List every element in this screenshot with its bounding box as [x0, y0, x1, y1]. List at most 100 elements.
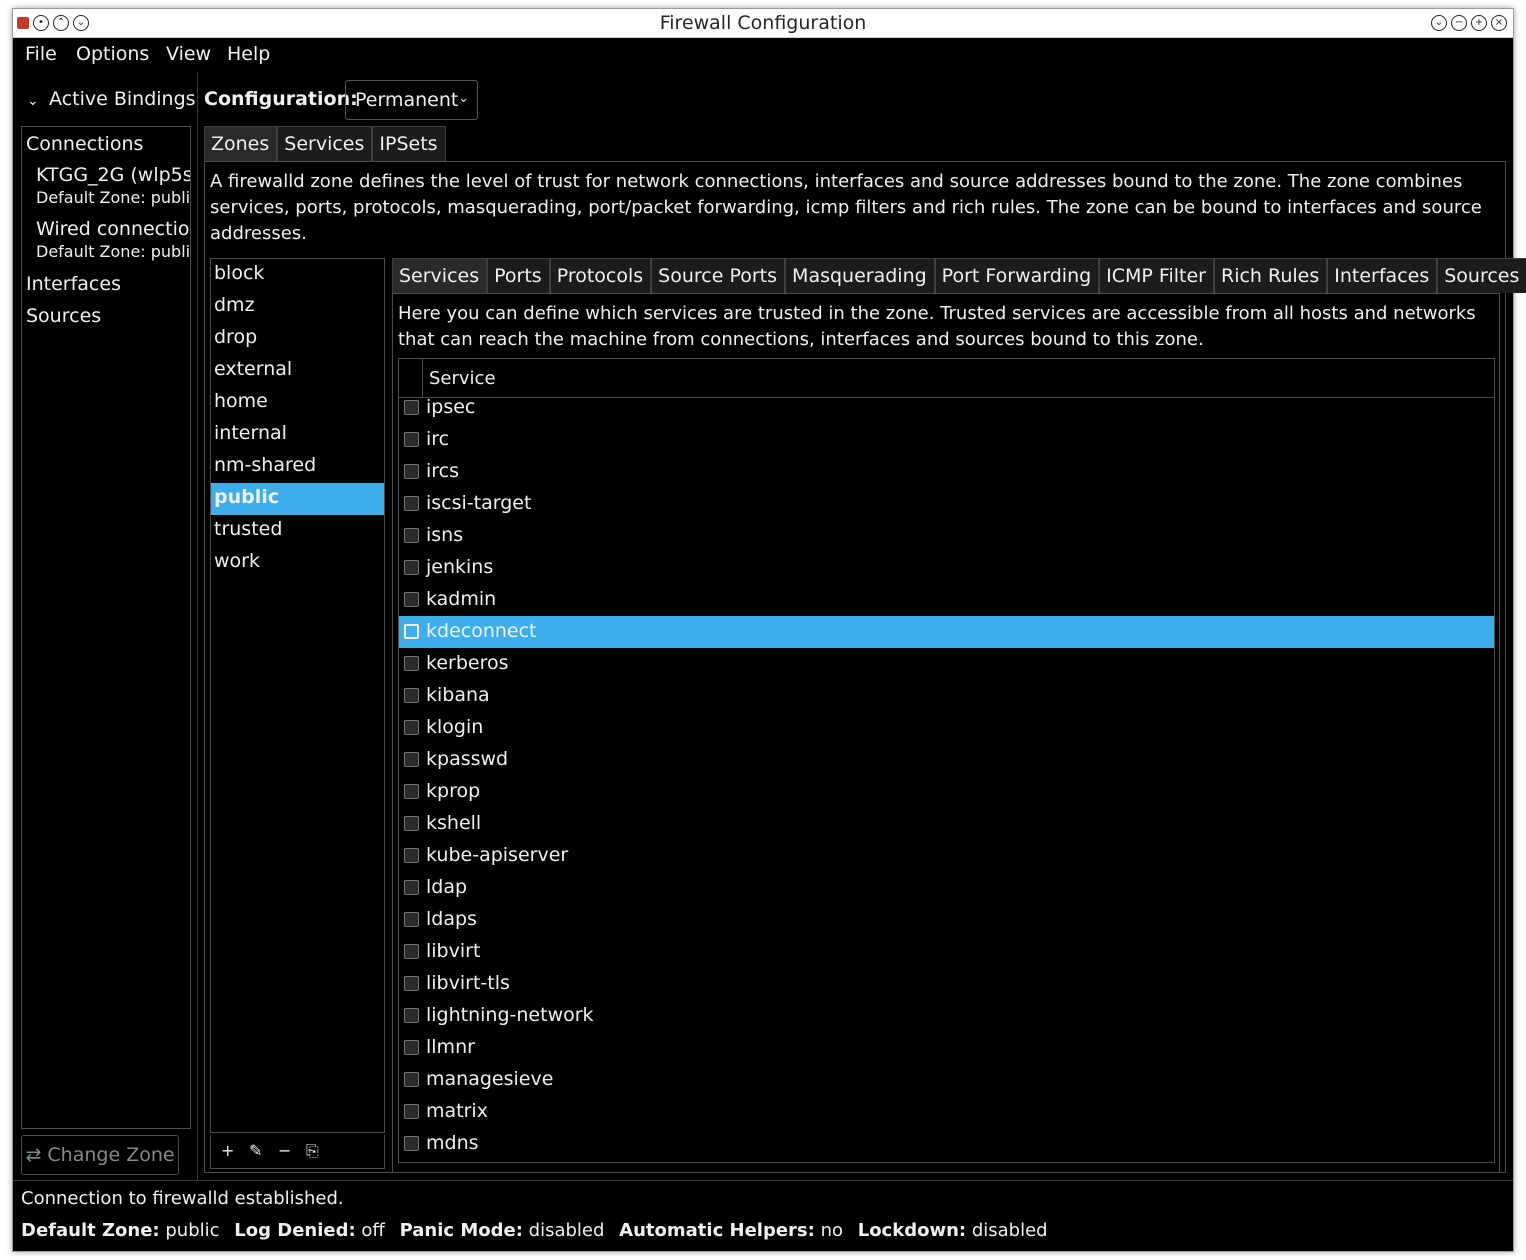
zone-item-nm-shared[interactable]: nm-shared — [211, 451, 384, 483]
zone-item-trusted[interactable]: trusted — [211, 515, 384, 547]
tab-zone-icmp-filter[interactable]: ICMP Filter — [1099, 258, 1214, 293]
tab-zones[interactable]: Zones — [204, 126, 278, 161]
table-row[interactable]: libvirt — [399, 936, 1494, 968]
tab-ipsets[interactable]: IPSets — [372, 126, 446, 161]
table-row[interactable]: kshell — [399, 808, 1494, 840]
service-checkbox[interactable] — [404, 592, 419, 607]
table-row[interactable]: klogin — [399, 712, 1494, 744]
tab-zone-masquerading[interactable]: Masquerading — [785, 258, 935, 293]
table-row[interactable]: kibana — [399, 680, 1494, 712]
service-checkbox[interactable] — [404, 1072, 419, 1087]
service-checkbox[interactable] — [404, 720, 419, 735]
change-zone-button[interactable]: ⇄ Change Zone — [21, 1135, 179, 1175]
configuration-select[interactable]: Permanent ⌄ — [345, 80, 478, 120]
service-checkbox[interactable] — [404, 816, 419, 831]
table-row[interactable]: managesieve — [399, 1064, 1494, 1096]
service-checkbox[interactable] — [404, 400, 419, 415]
bindings-tree[interactable]: Connections KTGG_2G (wlp5s0 Default Zone… — [21, 126, 191, 1129]
service-checkbox[interactable] — [404, 1040, 419, 1055]
service-checkbox[interactable] — [404, 496, 419, 511]
zone-item-dmz[interactable]: dmz — [211, 291, 384, 323]
services-description: Here you can define which services are t… — [398, 303, 1476, 350]
tab-zone-port-forwarding[interactable]: Port Forwarding — [934, 258, 1100, 293]
table-row[interactable]: llmnr — [399, 1032, 1494, 1064]
service-checkbox[interactable] — [404, 656, 419, 671]
log-denied-label: Log Denied: — [234, 1220, 356, 1241]
zone-item-external[interactable]: external — [211, 355, 384, 387]
table-row[interactable]: ircs — [399, 456, 1494, 488]
tab-zone-ports[interactable]: Ports — [487, 258, 550, 293]
tab-services[interactable]: Services — [277, 126, 373, 161]
table-row[interactable]: kadmin — [399, 584, 1494, 616]
service-checkbox[interactable] — [404, 528, 419, 543]
table-row[interactable]: kube-apiserver — [399, 840, 1494, 872]
close-icon[interactable]: × — [1491, 15, 1507, 31]
table-row[interactable]: mdns — [399, 1128, 1494, 1160]
menu-file[interactable]: File — [25, 43, 57, 65]
table-row[interactable]: iscsi-target — [399, 488, 1494, 520]
service-column-header[interactable]: Service — [429, 368, 496, 389]
remove-zone-icon[interactable]: − — [278, 1141, 291, 1160]
table-row[interactable]: kerberos — [399, 648, 1494, 680]
service-checkbox[interactable] — [404, 560, 419, 575]
service-checkbox[interactable] — [404, 976, 419, 991]
zone-item-drop[interactable]: drop — [211, 323, 384, 355]
load-defaults-icon[interactable]: ⎘ — [306, 1141, 319, 1161]
zone-item-block[interactable]: block — [211, 259, 384, 291]
zone-item-home[interactable]: home — [211, 387, 384, 419]
active-bindings-header[interactable]: ⌄ Active Bindings — [27, 88, 196, 110]
column-divider[interactable] — [422, 359, 423, 398]
interfaces-label[interactable]: Interfaces — [26, 273, 121, 295]
menu-help[interactable]: Help — [227, 43, 270, 65]
table-row[interactable]: jenkins — [399, 552, 1494, 584]
table-row[interactable]: irc — [399, 424, 1494, 456]
table-row[interactable]: kpasswd — [399, 744, 1494, 776]
connection-item[interactable]: Wired connection Default Zone: public — [36, 218, 190, 261]
tab-zone-services[interactable]: Services — [392, 258, 488, 293]
service-checkbox[interactable] — [404, 912, 419, 927]
service-checkbox[interactable] — [404, 1104, 419, 1119]
menu-view[interactable]: View — [166, 43, 211, 65]
connection-item[interactable]: KTGG_2G (wlp5s0 Default Zone: public — [36, 164, 190, 207]
table-row[interactable]: lightning-network — [399, 1000, 1494, 1032]
tab-zone-rich-rules[interactable]: Rich Rules — [1214, 258, 1328, 293]
zone-item-public[interactable]: public — [211, 483, 384, 515]
shade-icon[interactable]: ⌄ — [1431, 15, 1447, 31]
service-checkbox[interactable] — [404, 880, 419, 895]
sources-label[interactable]: Sources — [26, 305, 101, 327]
service-checkbox[interactable] — [404, 784, 419, 799]
table-row[interactable]: isns — [399, 520, 1494, 552]
menu-options[interactable]: Options — [76, 43, 149, 65]
edit-zone-icon[interactable]: ✎ — [249, 1141, 262, 1160]
table-row[interactable]: ldap — [399, 872, 1494, 904]
connections-label[interactable]: Connections — [26, 133, 143, 155]
service-checkbox[interactable] — [404, 688, 419, 703]
table-row[interactable]: kprop — [399, 776, 1494, 808]
table-row-selected[interactable]: kdeconnect — [399, 616, 1494, 648]
service-checkbox[interactable] — [404, 752, 419, 767]
table-row[interactable]: ipsec — [399, 399, 1494, 424]
zone-item-internal[interactable]: internal — [211, 419, 384, 451]
tab-zone-sources[interactable]: Sources — [1437, 258, 1526, 293]
service-checkbox[interactable] — [404, 1136, 419, 1151]
zone-item-work[interactable]: work — [211, 547, 384, 579]
tab-zone-source-ports[interactable]: Source Ports — [651, 258, 786, 293]
service-checkbox[interactable] — [404, 432, 419, 447]
add-zone-icon[interactable]: + — [221, 1141, 234, 1160]
zone-list[interactable]: block dmz drop external home internal nm… — [210, 258, 385, 1133]
minimize-icon[interactable]: − — [1451, 15, 1467, 31]
services-table[interactable]: Service ipsec irc ircs iscsi-target isns… — [398, 358, 1495, 1163]
service-checkbox[interactable] — [404, 1008, 419, 1023]
tab-zone-interfaces[interactable]: Interfaces — [1327, 258, 1438, 293]
table-row[interactable]: matrix — [399, 1096, 1494, 1128]
table-row[interactable]: ldaps — [399, 904, 1494, 936]
service-checkbox[interactable] — [404, 464, 419, 479]
tab-zone-protocols[interactable]: Protocols — [549, 258, 652, 293]
table-body[interactable]: ipsec irc ircs iscsi-target isns jenkins… — [399, 399, 1494, 1162]
table-row[interactable]: libvirt-tls — [399, 968, 1494, 1000]
maximize-icon[interactable]: + — [1471, 15, 1487, 31]
service-checkbox[interactable] — [404, 624, 419, 639]
pane-splitter[interactable] — [197, 72, 198, 1180]
service-checkbox[interactable] — [404, 848, 419, 863]
service-checkbox[interactable] — [404, 944, 419, 959]
